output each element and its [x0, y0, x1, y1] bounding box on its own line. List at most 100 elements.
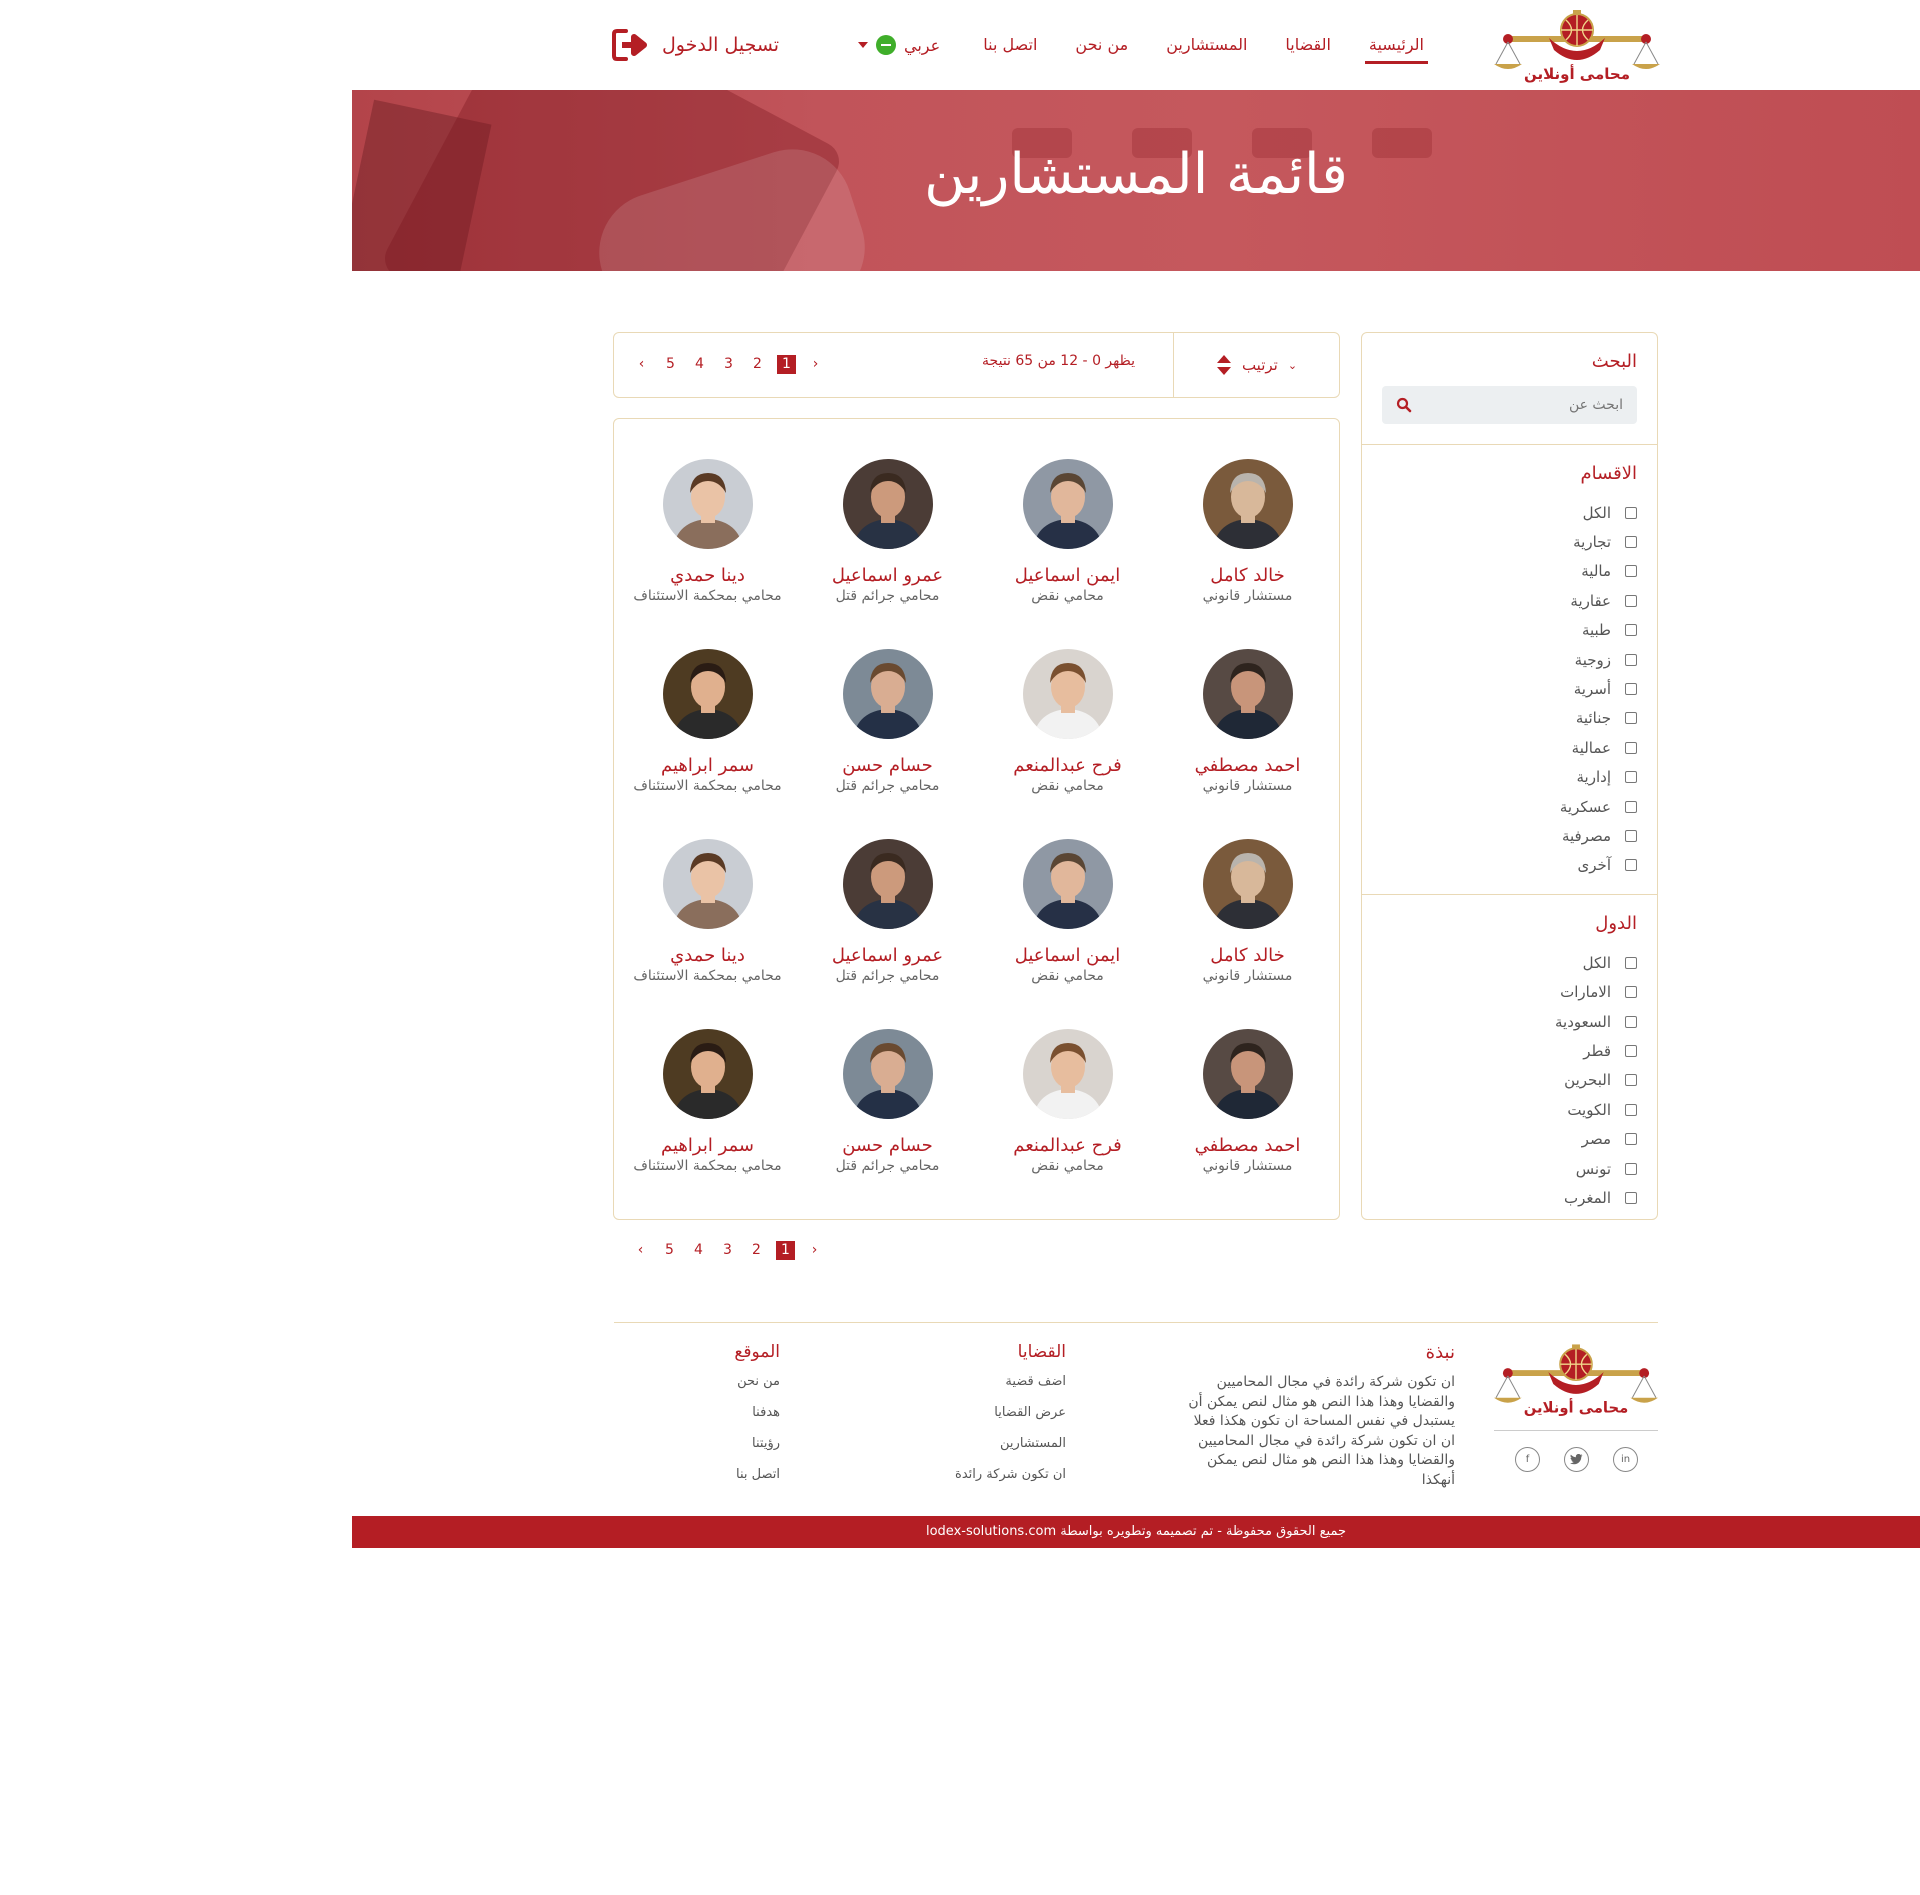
avatar[interactable] [1202, 649, 1293, 739]
chevron-right-icon[interactable]: › [805, 1241, 824, 1260]
checkbox[interactable] [1625, 771, 1637, 784]
linkedin-icon[interactable]: in [1613, 1447, 1638, 1472]
avatar[interactable] [1202, 1029, 1293, 1119]
category-option[interactable]: عمالية [1382, 733, 1637, 762]
checkbox[interactable] [1625, 956, 1637, 969]
page-number[interactable]: 3 [718, 1241, 737, 1260]
consultant-card[interactable]: عمرو اسماعيل محامي جرائم قتل [798, 459, 978, 649]
checkbox[interactable] [1625, 859, 1637, 872]
consultant-name[interactable]: حسام حسن [842, 1135, 932, 1156]
consultant-name[interactable]: خالد كامل [1210, 565, 1285, 586]
checkbox[interactable] [1625, 1162, 1637, 1175]
category-option[interactable]: آخرى [1382, 851, 1637, 880]
checkbox[interactable] [1625, 624, 1637, 637]
page-number[interactable]: 4 [690, 355, 709, 374]
consultant-card[interactable]: احمد مصطفي مستشار قانوني [1158, 649, 1338, 839]
avatar[interactable] [662, 1029, 753, 1119]
consultant-card[interactable]: عمرو اسماعيل محامي جرائم قتل [798, 839, 978, 1029]
category-option[interactable]: مصرفية [1382, 821, 1637, 850]
page-number[interactable]: 5 [660, 1241, 679, 1260]
consultant-card[interactable]: خالد كامل مستشار قانوني [1158, 459, 1338, 649]
consultant-name[interactable]: عمرو اسماعيل [832, 945, 943, 966]
consultant-card[interactable]: خالد كامل مستشار قانوني [1158, 839, 1338, 1029]
consultant-name[interactable]: سمر ابراهيم [661, 1135, 754, 1156]
avatar[interactable] [842, 649, 933, 739]
category-option[interactable]: جنائية [1382, 704, 1637, 733]
page-number[interactable]: 2 [747, 1241, 766, 1260]
category-option[interactable]: عقارية [1382, 586, 1637, 615]
consultant-name[interactable]: حسام حسن [842, 755, 932, 776]
avatar[interactable] [842, 459, 933, 549]
avatar[interactable] [1022, 649, 1113, 739]
avatar[interactable] [1022, 839, 1113, 929]
language-selector[interactable]: عربي [858, 30, 940, 60]
facebook-icon[interactable]: f [1515, 1447, 1540, 1472]
country-option[interactable]: الامارات [1382, 977, 1637, 1006]
page-number[interactable]: 1 [776, 1241, 795, 1260]
avatar[interactable] [842, 839, 933, 929]
login-button[interactable]: تسجيل الدخول [612, 26, 779, 64]
avatar[interactable] [1022, 459, 1113, 549]
checkbox[interactable] [1625, 1133, 1637, 1146]
country-option[interactable]: تونس [1382, 1154, 1637, 1183]
country-option[interactable]: مصر [1382, 1124, 1637, 1153]
checkbox[interactable] [1625, 1191, 1637, 1204]
checkbox[interactable] [1625, 1103, 1637, 1116]
checkbox[interactable] [1625, 712, 1637, 725]
footer-link-add-case[interactable]: اضف قضية [955, 1374, 1066, 1405]
nav-about[interactable]: من نحن [1075, 0, 1128, 90]
footer-link-about[interactable]: من نحن [734, 1374, 780, 1405]
page-number[interactable]: 1 [777, 355, 796, 374]
footer-link-leading-company[interactable]: ان تكون شركة رائدة [955, 1467, 1066, 1498]
nav-home[interactable]: الرئيسية [1364, 0, 1429, 90]
consultant-name[interactable]: خالد كامل [1210, 945, 1285, 966]
footer-link-contact[interactable]: اتصل بنا [734, 1467, 780, 1498]
search-input[interactable] [1412, 397, 1623, 413]
consultant-name[interactable]: احمد مصطفي [1195, 755, 1301, 776]
checkbox[interactable] [1625, 741, 1637, 754]
avatar[interactable] [662, 839, 753, 929]
consultant-name[interactable]: دينا حمدي [670, 945, 745, 966]
consultant-name[interactable]: احمد مصطفي [1195, 1135, 1301, 1156]
consultant-card[interactable]: ايمن اسماعيل محامي نقض [978, 459, 1158, 649]
consultant-card[interactable]: ايمن اسماعيل محامي نقض [978, 839, 1158, 1029]
chevron-left-icon[interactable]: ‹ [632, 355, 651, 374]
checkbox[interactable] [1625, 1074, 1637, 1087]
category-option[interactable]: أسرية [1382, 674, 1637, 703]
chevron-right-icon[interactable]: › [806, 355, 825, 374]
avatar[interactable] [842, 1029, 933, 1119]
checkbox[interactable] [1625, 536, 1637, 549]
checkbox[interactable] [1625, 829, 1637, 842]
checkbox[interactable] [1625, 506, 1637, 519]
page-number[interactable]: 4 [689, 1241, 708, 1260]
category-option[interactable]: تجارية [1382, 527, 1637, 556]
avatar[interactable] [1202, 839, 1293, 929]
category-option[interactable]: زوجية [1382, 645, 1637, 674]
consultant-card[interactable]: دينا حمدي محامي بمحكمة الاستئناف [618, 459, 798, 649]
page-number[interactable]: 5 [661, 355, 680, 374]
footer-link-vision[interactable]: رؤيتنا [734, 1436, 780, 1467]
consultant-card[interactable]: سمر ابراهيم محامي بمحكمة الاستئناف [618, 1029, 798, 1219]
country-option[interactable]: الكل [1382, 948, 1637, 977]
consultant-card[interactable]: حسام حسن محامي جرائم قتل [798, 649, 978, 839]
checkbox[interactable] [1625, 683, 1637, 696]
checkbox[interactable] [1625, 653, 1637, 666]
avatar[interactable] [1022, 1029, 1113, 1119]
country-option[interactable]: الكويت [1382, 1095, 1637, 1124]
consultant-name[interactable]: فرح عبدالمنعم [1013, 1135, 1121, 1156]
country-option[interactable]: المغرب [1382, 1183, 1637, 1212]
consultant-card[interactable]: فرح عبدالمنعم محامي نقض [978, 1029, 1158, 1219]
search-icon[interactable] [1396, 397, 1412, 413]
country-option[interactable]: قطر [1382, 1036, 1637, 1065]
consultant-card[interactable]: حسام حسن محامي جرائم قتل [798, 1029, 978, 1219]
nav-consultants[interactable]: المستشارين [1166, 0, 1247, 90]
page-number[interactable]: 2 [748, 355, 767, 374]
consultant-card[interactable]: دينا حمدي محامي بمحكمة الاستئناف [618, 839, 798, 1029]
avatar[interactable] [662, 649, 753, 739]
category-option[interactable]: طبية [1382, 616, 1637, 645]
consultant-name[interactable]: ايمن اسماعيل [1015, 565, 1121, 586]
sort-dropdown[interactable]: ⌄ ترتيب [1173, 333, 1339, 397]
footer-link-view-cases[interactable]: عرض القضايا [955, 1405, 1066, 1436]
chevron-left-icon[interactable]: ‹ [631, 1241, 650, 1260]
checkbox[interactable] [1625, 594, 1637, 607]
